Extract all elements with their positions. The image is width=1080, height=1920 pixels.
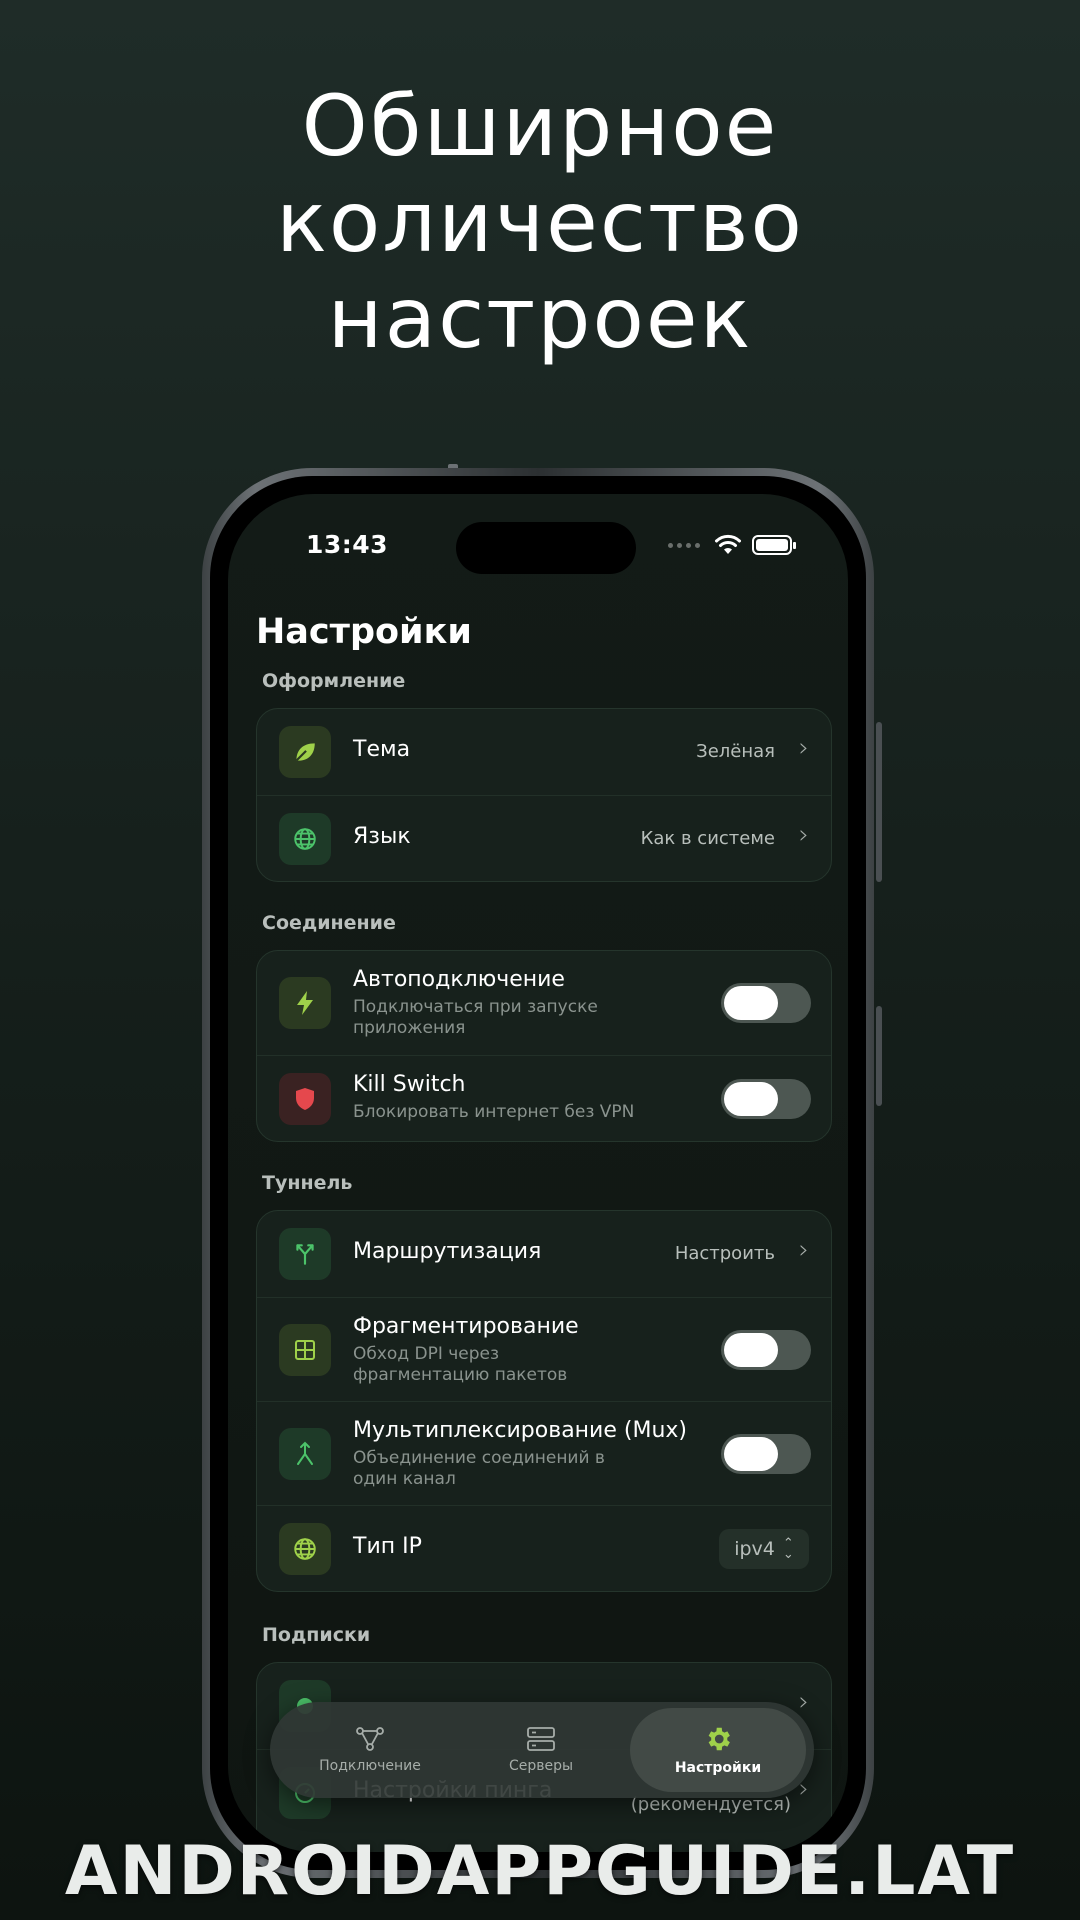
language-row[interactable]: Язык Как в системе › — [257, 795, 831, 881]
tab-connection-label: Подключение — [319, 1758, 421, 1774]
lightning-icon — [279, 977, 331, 1029]
tab-settings-label: Настройки — [674, 1760, 762, 1776]
ip-type-value: ipv4 — [734, 1538, 775, 1560]
tunnel-card: Маршрутизация Настроить › Фрагментирован… — [256, 1210, 832, 1592]
theme-title: Тема — [353, 737, 411, 762]
autoconnect-row: Автоподключение Подключаться при запуске… — [257, 951, 831, 1055]
tab-servers-label: Серверы — [508, 1758, 574, 1774]
route-split-icon — [279, 1228, 331, 1280]
phone-power-button — [876, 1006, 882, 1106]
promo-title: Обширное количество настроек — [0, 78, 1080, 366]
phone-bezel: 13:43 Настройки Оформление Тема Зелёная … — [210, 476, 866, 1870]
chevron-right-icon: › — [798, 1235, 809, 1265]
promo-title-line-1: Обширное — [301, 77, 779, 175]
chevron-right-icon: › — [798, 1687, 809, 1717]
section-label-appearance: Оформление — [262, 670, 406, 692]
tab-settings[interactable]: Настройки — [630, 1708, 806, 1792]
routing-title: Маршрутизация — [353, 1239, 542, 1264]
killswitch-row: Kill Switch Блокировать интернет без VPN — [257, 1055, 831, 1141]
appearance-card: Тема Зелёная › Язык Как в системе › — [256, 708, 832, 882]
language-value: Как в системе — [640, 828, 775, 849]
merge-icon — [279, 1428, 331, 1480]
status-icons — [668, 534, 796, 556]
shield-icon — [279, 1073, 331, 1125]
ip-type-select[interactable]: ipv4 ⌃ ⌄ — [719, 1529, 809, 1569]
fragmentation-subtitle: Обход DPI через фрагментацию пакетов — [353, 1344, 568, 1385]
theme-row[interactable]: Тема Зелёная › — [257, 709, 831, 795]
ip-type-row: Тип IP ipv4 ⌃ ⌄ — [257, 1505, 831, 1591]
tab-bar: Подключение Серверы Настройки — [270, 1702, 814, 1798]
chevron-right-icon: › — [798, 733, 809, 763]
autoconnect-toggle[interactable] — [721, 983, 811, 1023]
leaf-icon — [279, 726, 331, 778]
servers-icon — [527, 1727, 555, 1751]
phone-volume-button — [876, 722, 882, 882]
connection-icon — [356, 1727, 384, 1751]
section-label-subscriptions: Подписки — [262, 1624, 371, 1646]
tab-connection[interactable]: Подключение — [290, 1702, 450, 1798]
chevron-right-icon: › — [798, 820, 809, 850]
chevron-up-down-icon: ⌃ ⌄ — [782, 1536, 794, 1562]
watermark: ANDROIDAPPGUIDE.LAT — [64, 1832, 1016, 1911]
battery-icon — [752, 535, 796, 555]
routing-row[interactable]: Маршрутизация Настроить › — [257, 1211, 831, 1297]
autoconnect-subtitle: Подключаться при запуске приложения — [353, 997, 598, 1038]
mux-row: Мультиплексирование (Mux) Объединение со… — [257, 1401, 831, 1505]
globe-icon — [279, 1523, 331, 1575]
language-title: Язык — [353, 824, 411, 849]
promo-title-line-3: настроек — [327, 269, 753, 367]
gear-icon — [708, 1727, 730, 1751]
phone-screen: 13:43 Настройки Оформление Тема Зелёная … — [228, 494, 848, 1852]
theme-value: Зелёная — [696, 741, 775, 762]
autoconnect-title: Автоподключение — [353, 967, 565, 992]
section-label-connection: Соединение — [262, 912, 396, 934]
phone-frame: 13:43 Настройки Оформление Тема Зелёная … — [202, 468, 874, 1878]
killswitch-subtitle: Блокировать интернет без VPN — [353, 1102, 635, 1122]
mux-toggle[interactable] — [721, 1434, 811, 1474]
promo-title-line-2: количество — [276, 173, 804, 271]
killswitch-toggle[interactable] — [721, 1079, 811, 1119]
fragmentation-row: Фрагментирование Обход DPI через фрагмен… — [257, 1297, 831, 1401]
routing-value: Настроить — [674, 1243, 775, 1264]
fragmentation-toggle[interactable] — [721, 1330, 811, 1370]
status-time: 13:43 — [306, 530, 389, 559]
tab-servers[interactable]: Серверы — [466, 1702, 616, 1798]
dynamic-island — [456, 522, 636, 574]
signal-icon — [668, 542, 700, 548]
grid-icon — [279, 1324, 331, 1376]
globe-icon — [279, 813, 331, 865]
wifi-icon — [715, 534, 741, 554]
mux-title: Мультиплексирование (Mux) — [353, 1418, 687, 1443]
mux-subtitle: Объединение соединений в один канал — [353, 1448, 605, 1489]
fragmentation-title: Фрагментирование — [353, 1314, 579, 1339]
ip-type-title: Тип IP — [353, 1534, 422, 1559]
page-title: Настройки — [256, 612, 472, 652]
connection-card: Автоподключение Подключаться при запуске… — [256, 950, 832, 1142]
section-label-tunnel: Туннель — [262, 1172, 353, 1194]
killswitch-title: Kill Switch — [353, 1072, 466, 1097]
